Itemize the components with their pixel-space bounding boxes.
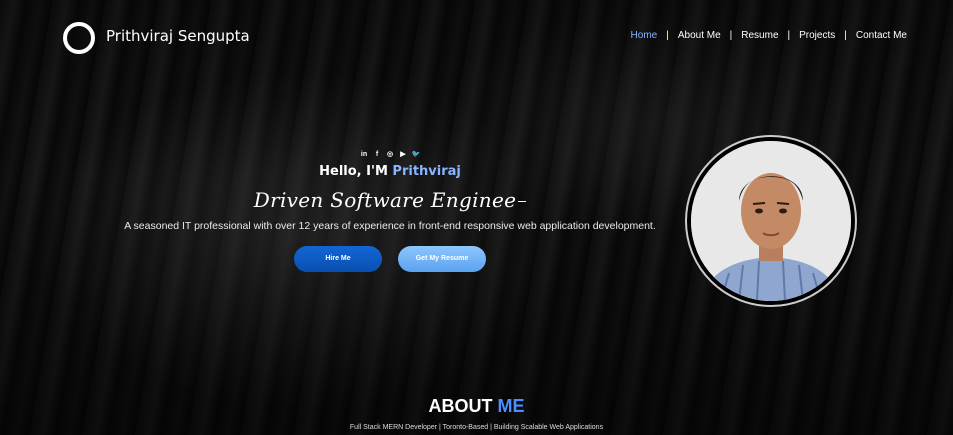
social-links: in f ◎ ▶ 🐦 bbox=[88, 150, 692, 159]
nav-link-home[interactable]: Home bbox=[631, 30, 658, 41]
profile-photo-frame bbox=[685, 135, 857, 307]
logo-icon[interactable] bbox=[63, 22, 95, 54]
role-text: Driven Software Enginee bbox=[253, 188, 517, 212]
hero-greeting: Hello, I'M Prithviraj bbox=[88, 164, 692, 179]
nav-links: Home | About Me | Resume | Projects | Co… bbox=[631, 30, 907, 41]
instagram-icon[interactable]: ◎ bbox=[386, 150, 395, 159]
about-subtitle: Full Stack MERN Developer | Toronto-Base… bbox=[349, 424, 604, 431]
nav-separator: | bbox=[729, 30, 733, 41]
hero-tagline: A seasoned IT professional with over 12 … bbox=[124, 220, 656, 232]
nav-link-about[interactable]: About Me bbox=[678, 30, 721, 41]
hire-me-button[interactable]: Hire Me bbox=[294, 246, 382, 272]
greeting-prefix: Hello, I'M bbox=[319, 164, 393, 179]
nav-link-contact[interactable]: Contact Me bbox=[856, 30, 907, 41]
youtube-icon[interactable]: ▶ bbox=[399, 150, 408, 159]
nav-separator: | bbox=[844, 30, 847, 41]
twitter-icon[interactable]: 🐦 bbox=[412, 150, 421, 159]
hero-role: Driven Software Enginee bbox=[88, 188, 692, 212]
nav-separator: | bbox=[787, 30, 791, 41]
about-heading-accent: ME bbox=[497, 396, 525, 416]
hero-section: in f ◎ ▶ 🐦 Hello, I'M Prithviraj Driven … bbox=[88, 150, 692, 272]
profile-photo bbox=[691, 141, 851, 301]
about-heading: ABOUT ME bbox=[0, 396, 953, 417]
facebook-icon[interactable]: f bbox=[373, 150, 382, 159]
nav-separator: | bbox=[666, 30, 669, 41]
hero-buttons: Hire Me Get My Resume bbox=[88, 246, 692, 272]
about-heading-prefix: ABOUT bbox=[428, 396, 498, 416]
greeting-name: Prithviraj bbox=[392, 164, 461, 179]
linkedin-icon[interactable]: in bbox=[360, 150, 369, 159]
profile-photo-illustration bbox=[691, 141, 851, 301]
nav-link-projects[interactable]: Projects bbox=[799, 30, 835, 41]
typing-cursor bbox=[518, 201, 527, 202]
brand-name[interactable]: Prithviraj Sengupta bbox=[106, 27, 250, 45]
navbar: Prithviraj Sengupta Home | About Me | Re… bbox=[0, 0, 953, 72]
nav-link-resume[interactable]: Resume bbox=[741, 30, 778, 41]
get-resume-button[interactable]: Get My Resume bbox=[398, 246, 486, 272]
